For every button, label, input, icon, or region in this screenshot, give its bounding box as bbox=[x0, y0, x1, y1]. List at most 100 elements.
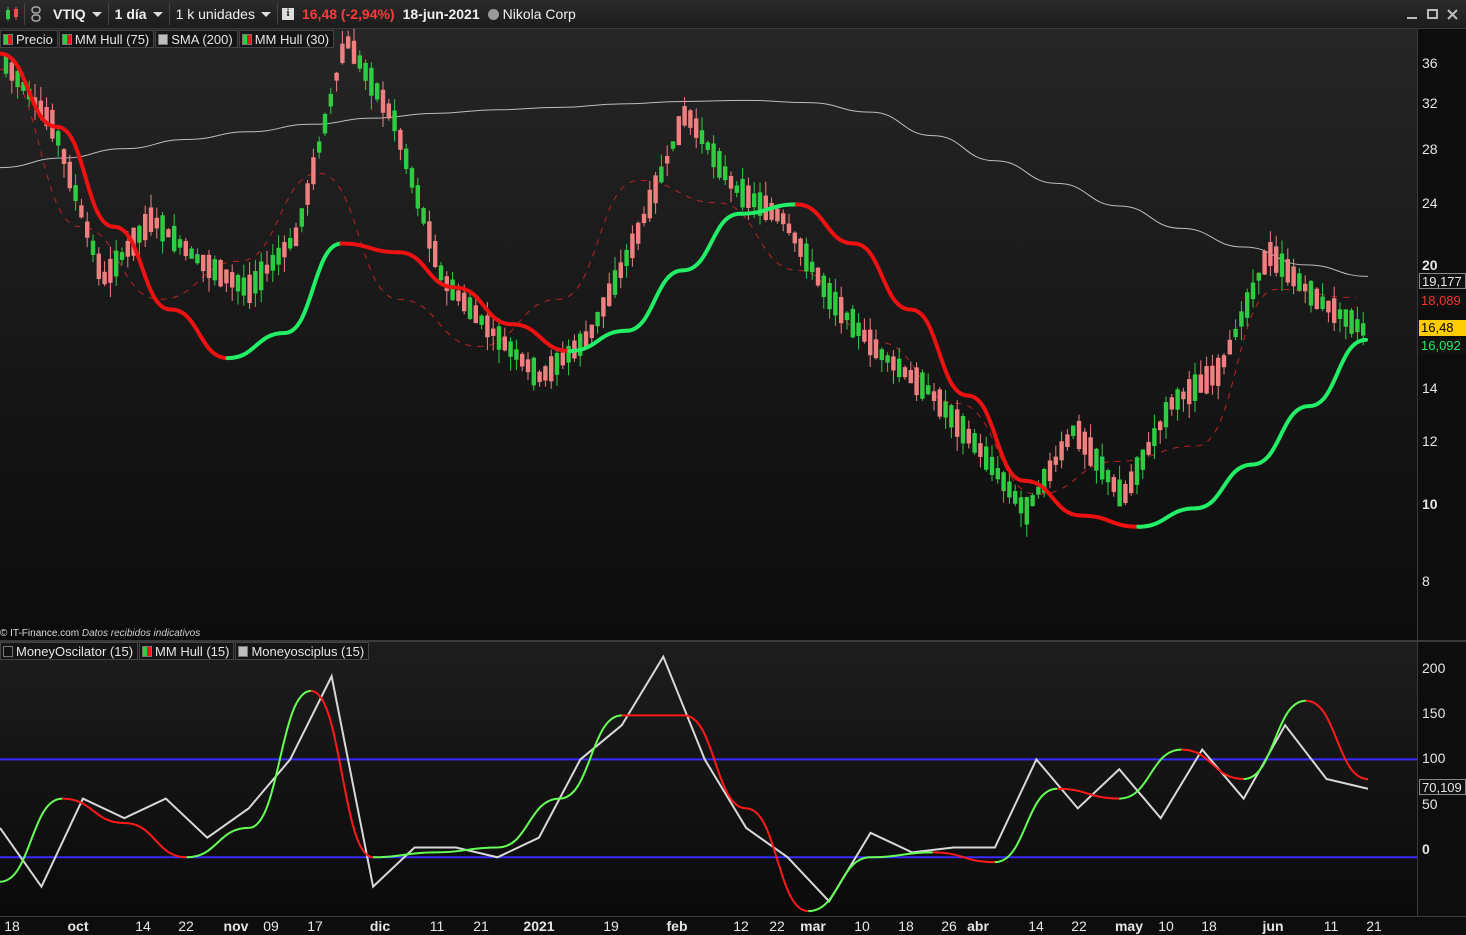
candle-body bbox=[119, 252, 125, 260]
candle-body bbox=[815, 267, 821, 286]
candle-body bbox=[676, 116, 681, 146]
candle-body bbox=[259, 261, 264, 291]
candle-body bbox=[1256, 272, 1261, 281]
candle-body bbox=[1239, 311, 1244, 327]
candle-body bbox=[670, 141, 676, 149]
candle-body bbox=[514, 349, 519, 360]
candle-body bbox=[79, 205, 84, 218]
candle-body bbox=[525, 359, 531, 373]
candle-body bbox=[114, 250, 119, 277]
candle-body bbox=[143, 213, 148, 241]
candle-body bbox=[56, 131, 61, 146]
legend-hull-30[interactable]: MM Hull (30) bbox=[238, 30, 335, 48]
candle-body bbox=[618, 262, 623, 278]
candle-body bbox=[1129, 471, 1134, 494]
candle-body bbox=[1175, 389, 1180, 410]
candle-body bbox=[1134, 457, 1140, 485]
candle-body bbox=[502, 336, 507, 351]
candle-body bbox=[1250, 282, 1256, 300]
candle-body bbox=[827, 282, 832, 310]
candle-body bbox=[1285, 259, 1290, 283]
credit-note: Datos recibidos indicativos bbox=[81, 628, 201, 639]
legend-moneyoscilator[interactable]: MoneyOscilator (15) bbox=[0, 642, 139, 660]
candle-body bbox=[369, 67, 374, 96]
legend-swatch bbox=[241, 33, 252, 45]
date-label: 14 bbox=[135, 918, 151, 934]
candle-body bbox=[891, 356, 896, 371]
candle-body bbox=[270, 254, 275, 271]
candle-body bbox=[844, 312, 850, 321]
date-label: 12 bbox=[733, 918, 749, 934]
candle-body bbox=[9, 62, 14, 81]
candle-body bbox=[984, 446, 989, 470]
legend-precio[interactable]: Precio bbox=[0, 30, 58, 48]
candle-body bbox=[462, 292, 467, 312]
candle-body bbox=[1297, 273, 1302, 291]
candle-body bbox=[125, 240, 130, 257]
price-tick: 8 bbox=[1422, 573, 1430, 589]
candle-body bbox=[299, 208, 304, 227]
candle-body bbox=[554, 352, 560, 375]
candle-body bbox=[792, 232, 797, 244]
osc-tick: 0 bbox=[1422, 841, 1430, 857]
candle-body bbox=[1088, 437, 1093, 466]
candle-body bbox=[404, 148, 409, 170]
candle-body bbox=[856, 322, 861, 336]
candle-body bbox=[549, 356, 554, 382]
candle-body bbox=[1314, 288, 1319, 309]
legend-swatch bbox=[3, 33, 13, 45]
legend-sma-200[interactable]: SMA (200) bbox=[155, 30, 238, 48]
candle-body bbox=[1146, 441, 1151, 455]
candle-body bbox=[520, 353, 525, 367]
candle-body bbox=[1140, 449, 1145, 470]
candle-body bbox=[433, 240, 438, 267]
candle-body bbox=[177, 239, 183, 248]
date-label: nov bbox=[223, 918, 249, 934]
hull-75-segment bbox=[624, 268, 685, 333]
candle-body bbox=[1071, 425, 1076, 436]
candle-body bbox=[653, 175, 658, 204]
candle-body bbox=[1320, 296, 1325, 310]
candle-body bbox=[1030, 495, 1035, 507]
candle-body bbox=[90, 240, 96, 256]
date-label: 22 bbox=[1071, 918, 1087, 934]
candle-body bbox=[1105, 470, 1111, 483]
hull-75-segment bbox=[1079, 513, 1141, 529]
date-label: 21 bbox=[1366, 918, 1382, 934]
candle-body bbox=[885, 355, 890, 363]
credit-source: © IT-Finance.com bbox=[0, 628, 80, 639]
candle-body bbox=[682, 106, 687, 126]
date-label: 10 bbox=[1158, 918, 1174, 934]
candle-body bbox=[1024, 497, 1029, 525]
candle-body bbox=[560, 352, 565, 366]
candle-body bbox=[1059, 441, 1064, 461]
date-label: 22 bbox=[178, 918, 194, 934]
legend-label: MM Hull (75) bbox=[74, 31, 150, 47]
candle-body bbox=[363, 62, 368, 81]
candle-body bbox=[508, 341, 513, 357]
candle-body bbox=[578, 333, 583, 356]
date-label: mar bbox=[800, 918, 826, 934]
candle-body bbox=[247, 274, 252, 303]
candle-body bbox=[1111, 477, 1116, 492]
candle-body bbox=[340, 43, 345, 63]
candle-body bbox=[786, 223, 792, 234]
candle-body bbox=[589, 324, 594, 338]
date-label: 11 bbox=[1323, 918, 1339, 934]
legend-hull-75[interactable]: MM Hull (75) bbox=[58, 30, 155, 48]
candle-body bbox=[630, 233, 635, 259]
date-label: feb bbox=[666, 918, 688, 934]
candle-body bbox=[311, 157, 316, 185]
legend-hull-15[interactable]: MM Hull (15) bbox=[139, 642, 235, 660]
candle-body bbox=[253, 271, 258, 294]
legend-moneyosciplus[interactable]: Moneyosciplus (15) bbox=[235, 642, 370, 660]
legend-swatch bbox=[3, 645, 13, 657]
candle-body bbox=[636, 222, 641, 244]
candle-body bbox=[166, 229, 171, 238]
hull-15-segment bbox=[310, 689, 374, 859]
legend-label: MM Hull (30) bbox=[254, 31, 330, 47]
candle-body bbox=[659, 166, 664, 183]
price-tick: 14 bbox=[1422, 380, 1438, 396]
candle-body bbox=[212, 259, 217, 281]
candle-body bbox=[1274, 246, 1279, 273]
